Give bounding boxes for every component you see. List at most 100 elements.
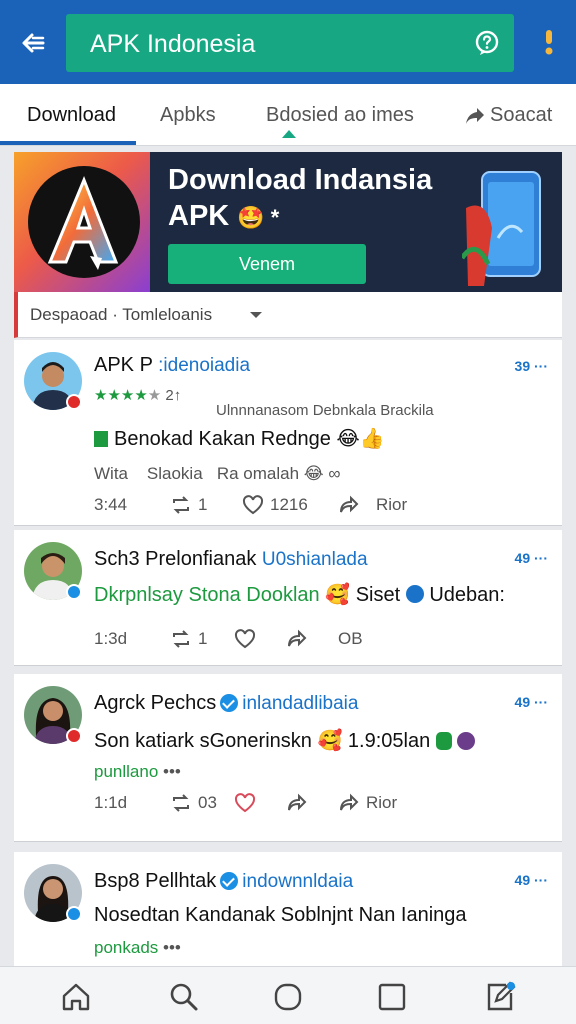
more-vertical-icon [545, 30, 553, 55]
banner-emoji: 🤩 * [237, 205, 280, 230]
tab-download[interactable]: Download [27, 104, 116, 127]
letter-a-logo-icon [47, 175, 119, 270]
post-card[interactable]: APK P :idenoiadia 39 ··· ★★★★★ 2↑ Ulnnna… [14, 340, 562, 526]
repost-icon [173, 630, 189, 648]
post-actions: 1:1d 03 Rior [94, 790, 544, 816]
post-actions: 1:3d 1 OB [94, 626, 544, 652]
nav-home[interactable] [60, 981, 92, 1013]
share-button[interactable] [338, 492, 366, 518]
home-icon [62, 983, 90, 1011]
banner-cta-button[interactable]: Venem [168, 244, 366, 284]
compose-icon [487, 981, 516, 1011]
verified-badge-icon [66, 906, 82, 922]
more-dots[interactable]: ••• [163, 762, 181, 781]
tab-apbks[interactable]: Apbks [160, 104, 216, 127]
extra-action[interactable]: OB [338, 626, 363, 652]
share-icon [288, 629, 307, 647]
post-time: 3:44 [94, 495, 128, 514]
active-tab-indicator [0, 141, 136, 145]
repost-button[interactable]: 03 [170, 790, 217, 816]
back-button[interactable] [14, 24, 52, 62]
post-time: 1:1d [94, 793, 128, 812]
heart-icon [234, 629, 256, 649]
share-icon [340, 495, 359, 513]
post-sub: ponkads ••• [94, 938, 181, 957]
search-icon [170, 983, 198, 1011]
post-author[interactable]: Sch3 Prelonfianak U0shianlada [94, 548, 368, 571]
app-title: APK Indonesia [90, 30, 256, 58]
chevron-down-icon [250, 312, 262, 318]
more-dots[interactable]: ••• [163, 938, 181, 957]
heart-icon [242, 495, 264, 515]
circle-icon [274, 983, 302, 1011]
repost-icon [173, 496, 189, 514]
share-arrow-icon [466, 107, 484, 124]
like-button[interactable] [234, 790, 262, 816]
tab-bdosied[interactable]: Bdosied ao imes [266, 104, 414, 127]
like-button[interactable]: 1216 [242, 492, 308, 518]
clock-icon [405, 585, 424, 603]
post-meta[interactable]: 49 ··· [515, 550, 548, 566]
more-menu-button[interactable] [540, 28, 558, 58]
share-label[interactable]: Rior [376, 492, 407, 518]
app-bar: APK Indonesia [0, 0, 576, 84]
post-author[interactable]: APK P :idenoiadia [94, 354, 250, 377]
bottom-navigation [0, 966, 576, 1024]
search-bar[interactable]: APK Indonesia [66, 14, 514, 72]
app-logo [28, 166, 140, 278]
nav-search[interactable] [168, 981, 200, 1013]
arrow-left-icon [22, 33, 45, 53]
promo-banner[interactable]: Download Indansia APK 🤩 * Venem [14, 152, 562, 292]
post-text: Dkrpnlsay Stona Dooklan 🥰 Siset Udeban: [94, 584, 505, 606]
post-text: Nosedtan Kandanak Soblnjnt Nan Ianinga [94, 904, 467, 926]
post-handle: inlandadlibaia [242, 693, 359, 714]
post-handle: indownnldaia [242, 871, 354, 892]
post-author[interactable]: Agrck Pechcs inlandadlibaia [94, 692, 358, 715]
live-badge-icon [66, 394, 82, 410]
green-dot-icon [435, 732, 452, 750]
rating-stars: ★★★★ [94, 387, 148, 404]
verified-check-icon [220, 694, 239, 712]
post-time: 1:3d [94, 629, 128, 648]
live-badge-icon [66, 728, 82, 744]
post-text: Son katiark sGonerinskn 🥰 1.9:05lan [94, 728, 476, 753]
nav-circle[interactable] [272, 981, 304, 1013]
banner-title: Download Indansia APK 🤩 * [168, 164, 433, 232]
post-extra: Wita Slaokia Ra omalah 😂 ∞ [94, 464, 341, 483]
smile-emoji-icon: 🥰 [317, 730, 343, 752]
like-button[interactable] [234, 626, 262, 652]
rating-count: 2↑ [165, 387, 182, 404]
post-handle: :idenoiadia [158, 355, 251, 376]
post-card[interactable]: Sch3 Prelonfianak U0shianlada 49 ··· Dkr… [14, 530, 562, 666]
verified-badge-icon [66, 584, 82, 600]
tab-soacat-label: Soacat [490, 104, 553, 126]
banner-logo-panel [14, 152, 150, 292]
share-button[interactable] [286, 790, 314, 816]
check-box-icon [94, 431, 108, 447]
share-button[interactable] [286, 626, 314, 652]
post-meta[interactable]: 49 ··· [515, 694, 548, 710]
post-author[interactable]: Bsp8 Pellhtak indownnldaia [94, 870, 353, 893]
post-meta[interactable]: 49 ··· [515, 872, 548, 888]
nav-square[interactable] [376, 981, 408, 1013]
post-sub: punllano ••• [94, 762, 181, 781]
post-meta[interactable]: 39 ··· [515, 358, 548, 374]
question-bubble-icon[interactable] [474, 30, 500, 56]
repost-button[interactable]: 1 [170, 626, 207, 652]
filter-label: Despaoad · Tomleloanis [30, 305, 213, 324]
smile-emoji-icon: 🥰 [325, 584, 351, 606]
reply-button[interactable]: Rior [338, 790, 397, 816]
post-actions: 3:44 1 1216 Rior [94, 492, 544, 518]
repost-button[interactable]: 1 [170, 492, 207, 518]
heart-icon [234, 793, 256, 813]
tab-soacat[interactable]: Soacat [464, 104, 552, 127]
feed-filter-dropdown[interactable]: Despaoad · Tomleloanis [14, 292, 562, 338]
rating-empty-star: ★ [147, 387, 162, 404]
post-card[interactable]: Agrck Pechcs inlandadlibaia 49 ··· Son ka… [14, 674, 562, 842]
share-icon [288, 793, 307, 811]
post-emoji: 😂👍 [336, 428, 385, 450]
square-icon [378, 983, 406, 1011]
repost-icon [173, 794, 189, 812]
post-card[interactable]: Bsp8 Pellhtak indownnldaia 49 ··· Nosedta… [14, 852, 562, 966]
nav-compose[interactable] [484, 981, 516, 1013]
